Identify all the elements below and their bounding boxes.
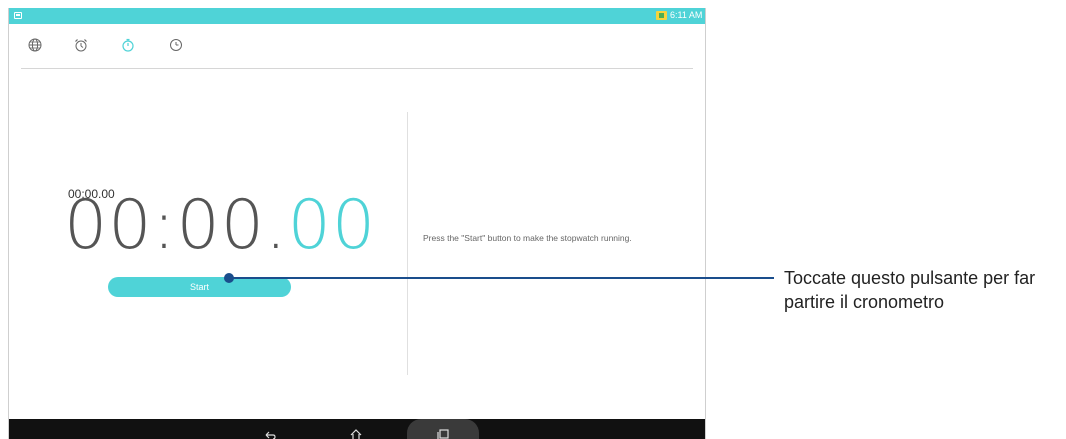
navigation-bar: [9, 419, 705, 439]
timer-icon: [170, 39, 182, 51]
recents-icon: [437, 429, 449, 439]
panel-divider: [407, 112, 408, 375]
callout-text-line2: partire il cronometro: [784, 292, 945, 312]
stopwatch-hint: Press the "Start" button to make the sto…: [423, 233, 632, 243]
notification-icon: [14, 12, 22, 19]
alarm-clock-icon: [75, 39, 87, 52]
tablet-screen: 6:11 AM 00:00.00 00:00.00 Start Press th…: [8, 8, 706, 439]
back-button[interactable]: [258, 425, 282, 439]
recents-button[interactable]: [431, 425, 455, 439]
stopwatch-display: 00:00.00: [64, 192, 376, 260]
stopwatch-main-digits: 00:00.: [64, 186, 288, 265]
callout-text: Toccate questo pulsante per far partire …: [784, 266, 1064, 314]
clock-tabs: [9, 24, 705, 68]
back-icon: [265, 431, 276, 439]
callout-dot: [224, 273, 234, 283]
start-button[interactable]: Start: [108, 277, 291, 297]
start-button-label: Start: [189, 282, 209, 292]
battery-icon: [656, 11, 667, 20]
home-icon: [350, 429, 362, 439]
callout-text-line1: Toccate questo pulsante per far: [784, 268, 1036, 288]
callout-line: [229, 277, 774, 279]
tab-stopwatch[interactable]: [117, 34, 139, 56]
stopwatch-hundredths: 00: [287, 186, 377, 265]
stopwatch-icon: [122, 38, 134, 52]
home-button[interactable]: [344, 425, 368, 439]
status-bar: 6:11 AM: [9, 8, 705, 24]
tab-world-clock[interactable]: [24, 34, 46, 56]
status-time: 6:11 AM: [670, 10, 703, 20]
header-divider: [21, 68, 693, 69]
globe-icon: [28, 38, 42, 52]
tab-timer[interactable]: [165, 34, 187, 56]
tab-alarm[interactable]: [70, 34, 92, 56]
